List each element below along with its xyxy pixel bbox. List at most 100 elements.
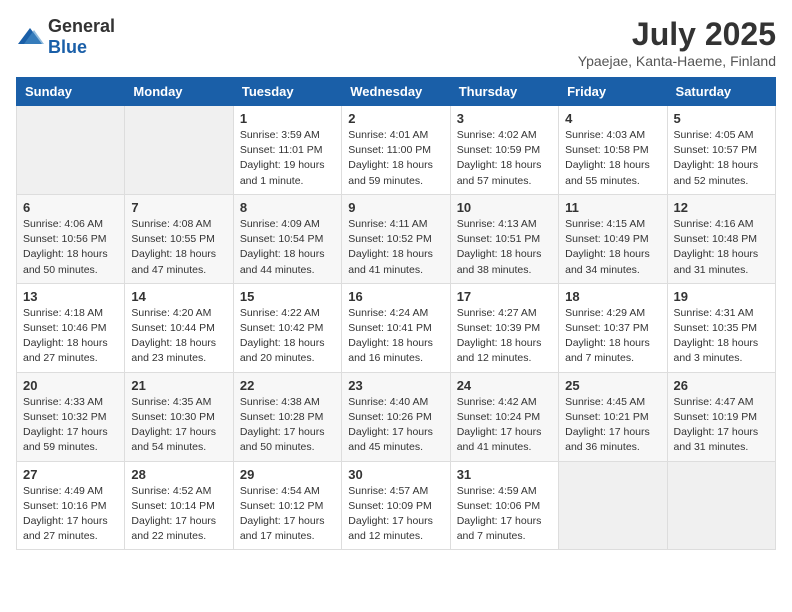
calendar-cell (667, 461, 775, 550)
calendar-week-row: 6Sunrise: 4:06 AM Sunset: 10:56 PM Dayli… (17, 194, 776, 283)
day-info: Sunrise: 4:24 AM Sunset: 10:41 PM Daylig… (348, 306, 443, 367)
calendar-cell: 4 Sunrise: 4:03 AM Sunset: 10:58 PM Dayli… (559, 106, 667, 195)
day-number: 12 (674, 200, 769, 215)
calendar-cell: 14 Sunrise: 4:20 AM Sunset: 10:44 PM Dayl… (125, 283, 233, 372)
calendar-cell: 23Sunrise: 4:40 AM Sunset: 10:26 PM Dayl… (342, 372, 450, 461)
day-info: Sunrise: 4:22 AM Sunset: 10:42 PM Daylig… (240, 306, 335, 367)
day-number: 7 (131, 200, 226, 215)
day-number: 21 (131, 378, 226, 393)
calendar-week-row: 1 Sunrise: 3:59 AM Sunset: 11:01 PM Dayli… (17, 106, 776, 195)
calendar-cell: 10Sunrise: 4:13 AM Sunset: 10:51 PM Dayl… (450, 194, 558, 283)
day-info: Sunrise: 4:49 AM Sunset: 10:16 PM Daylig… (23, 484, 118, 545)
calendar-cell: 25Sunrise: 4:45 AM Sunset: 10:21 PM Dayl… (559, 372, 667, 461)
calendar-cell: 16 Sunrise: 4:24 AM Sunset: 10:41 PM Dayl… (342, 283, 450, 372)
day-number: 17 (457, 289, 552, 304)
day-info: Sunrise: 4:33 AM Sunset: 10:32 PM Daylig… (23, 395, 118, 456)
day-info: Sunrise: 4:16 AM Sunset: 10:48 PM Daylig… (674, 217, 769, 278)
day-number: 24 (457, 378, 552, 393)
calendar-header-row: SundayMondayTuesdayWednesdayThursdayFrid… (17, 78, 776, 106)
day-number: 18 (565, 289, 660, 304)
weekday-header: Thursday (450, 78, 558, 106)
title-block: July 2025 Ypaejae, Kanta-Haeme, Finland (578, 16, 776, 69)
calendar-cell: 27 Sunrise: 4:49 AM Sunset: 10:16 PM Dayl… (17, 461, 125, 550)
day-number: 16 (348, 289, 443, 304)
day-info: Sunrise: 4:05 AM Sunset: 10:57 PM Daylig… (674, 128, 769, 189)
calendar-cell: 17 Sunrise: 4:27 AM Sunset: 10:39 PM Dayl… (450, 283, 558, 372)
calendar-cell: 22Sunrise: 4:38 AM Sunset: 10:28 PM Dayl… (233, 372, 341, 461)
day-info: Sunrise: 4:47 AM Sunset: 10:19 PM Daylig… (674, 395, 769, 456)
day-number: 15 (240, 289, 335, 304)
day-number: 4 (565, 111, 660, 126)
day-info: Sunrise: 4:15 AM Sunset: 10:49 PM Daylig… (565, 217, 660, 278)
logo-general: General (48, 16, 115, 36)
day-info: Sunrise: 4:20 AM Sunset: 10:44 PM Daylig… (131, 306, 226, 367)
day-info: Sunrise: 4:35 AM Sunset: 10:30 PM Daylig… (131, 395, 226, 456)
day-number: 14 (131, 289, 226, 304)
day-number: 3 (457, 111, 552, 126)
calendar-cell: 7 Sunrise: 4:08 AM Sunset: 10:55 PM Dayli… (125, 194, 233, 283)
calendar-cell: 19 Sunrise: 4:31 AM Sunset: 10:35 PM Dayl… (667, 283, 775, 372)
calendar-cell: 1 Sunrise: 3:59 AM Sunset: 11:01 PM Dayli… (233, 106, 341, 195)
calendar-cell: 11 Sunrise: 4:15 AM Sunset: 10:49 PM Dayl… (559, 194, 667, 283)
calendar-cell: 20 Sunrise: 4:33 AM Sunset: 10:32 PM Dayl… (17, 372, 125, 461)
day-info: Sunrise: 4:54 AM Sunset: 10:12 PM Daylig… (240, 484, 335, 545)
day-number: 19 (674, 289, 769, 304)
day-info: Sunrise: 4:27 AM Sunset: 10:39 PM Daylig… (457, 306, 552, 367)
calendar-cell (17, 106, 125, 195)
day-info: Sunrise: 4:18 AM Sunset: 10:46 PM Daylig… (23, 306, 118, 367)
day-info: Sunrise: 4:59 AM Sunset: 10:06 PM Daylig… (457, 484, 552, 545)
calendar-cell (559, 461, 667, 550)
day-info: Sunrise: 4:31 AM Sunset: 10:35 PM Daylig… (674, 306, 769, 367)
calendar-cell: 9 Sunrise: 4:11 AM Sunset: 10:52 PM Dayli… (342, 194, 450, 283)
day-number: 27 (23, 467, 118, 482)
day-number: 20 (23, 378, 118, 393)
calendar-table: SundayMondayTuesdayWednesdayThursdayFrid… (16, 77, 776, 550)
calendar-cell: 28Sunrise: 4:52 AM Sunset: 10:14 PM Dayl… (125, 461, 233, 550)
calendar-cell: 3 Sunrise: 4:02 AM Sunset: 10:59 PM Dayli… (450, 106, 558, 195)
calendar-cell: 12 Sunrise: 4:16 AM Sunset: 10:48 PM Dayl… (667, 194, 775, 283)
weekday-header: Sunday (17, 78, 125, 106)
logo-icon (16, 26, 44, 48)
calendar-cell (125, 106, 233, 195)
calendar-cell: 29Sunrise: 4:54 AM Sunset: 10:12 PM Dayl… (233, 461, 341, 550)
calendar-week-row: 27 Sunrise: 4:49 AM Sunset: 10:16 PM Dayl… (17, 461, 776, 550)
calendar-cell: 5 Sunrise: 4:05 AM Sunset: 10:57 PM Dayli… (667, 106, 775, 195)
day-number: 9 (348, 200, 443, 215)
day-info: Sunrise: 4:40 AM Sunset: 10:26 PM Daylig… (348, 395, 443, 456)
calendar-week-row: 20 Sunrise: 4:33 AM Sunset: 10:32 PM Dayl… (17, 372, 776, 461)
day-number: 1 (240, 111, 335, 126)
day-info: Sunrise: 4:03 AM Sunset: 10:58 PM Daylig… (565, 128, 660, 189)
day-info: Sunrise: 4:29 AM Sunset: 10:37 PM Daylig… (565, 306, 660, 367)
location-title: Ypaejae, Kanta-Haeme, Finland (578, 53, 776, 69)
weekday-header: Friday (559, 78, 667, 106)
month-year-title: July 2025 (578, 16, 776, 53)
calendar-cell: 26 Sunrise: 4:47 AM Sunset: 10:19 PM Dayl… (667, 372, 775, 461)
calendar-cell: 8 Sunrise: 4:09 AM Sunset: 10:54 PM Dayli… (233, 194, 341, 283)
day-number: 25 (565, 378, 660, 393)
weekday-header: Saturday (667, 78, 775, 106)
day-info: Sunrise: 3:59 AM Sunset: 11:01 PM Daylig… (240, 128, 335, 189)
day-number: 26 (674, 378, 769, 393)
calendar-cell: 24Sunrise: 4:42 AM Sunset: 10:24 PM Dayl… (450, 372, 558, 461)
calendar-cell: 2Sunrise: 4:01 AM Sunset: 11:00 PM Dayli… (342, 106, 450, 195)
day-info: Sunrise: 4:11 AM Sunset: 10:52 PM Daylig… (348, 217, 443, 278)
day-info: Sunrise: 4:06 AM Sunset: 10:56 PM Daylig… (23, 217, 118, 278)
day-info: Sunrise: 4:57 AM Sunset: 10:09 PM Daylig… (348, 484, 443, 545)
day-number: 11 (565, 200, 660, 215)
day-number: 8 (240, 200, 335, 215)
day-number: 13 (23, 289, 118, 304)
calendar-cell: 18 Sunrise: 4:29 AM Sunset: 10:37 PM Dayl… (559, 283, 667, 372)
calendar-cell: 30Sunrise: 4:57 AM Sunset: 10:09 PM Dayl… (342, 461, 450, 550)
day-number: 28 (131, 467, 226, 482)
day-info: Sunrise: 4:01 AM Sunset: 11:00 PM Daylig… (348, 128, 443, 189)
calendar-cell: 13 Sunrise: 4:18 AM Sunset: 10:46 PM Dayl… (17, 283, 125, 372)
logo: General Blue (16, 16, 115, 58)
calendar-cell: 15 Sunrise: 4:22 AM Sunset: 10:42 PM Dayl… (233, 283, 341, 372)
day-info: Sunrise: 4:02 AM Sunset: 10:59 PM Daylig… (457, 128, 552, 189)
day-number: 31 (457, 467, 552, 482)
day-number: 5 (674, 111, 769, 126)
weekday-header: Tuesday (233, 78, 341, 106)
day-info: Sunrise: 4:09 AM Sunset: 10:54 PM Daylig… (240, 217, 335, 278)
day-info: Sunrise: 4:08 AM Sunset: 10:55 PM Daylig… (131, 217, 226, 278)
day-info: Sunrise: 4:38 AM Sunset: 10:28 PM Daylig… (240, 395, 335, 456)
